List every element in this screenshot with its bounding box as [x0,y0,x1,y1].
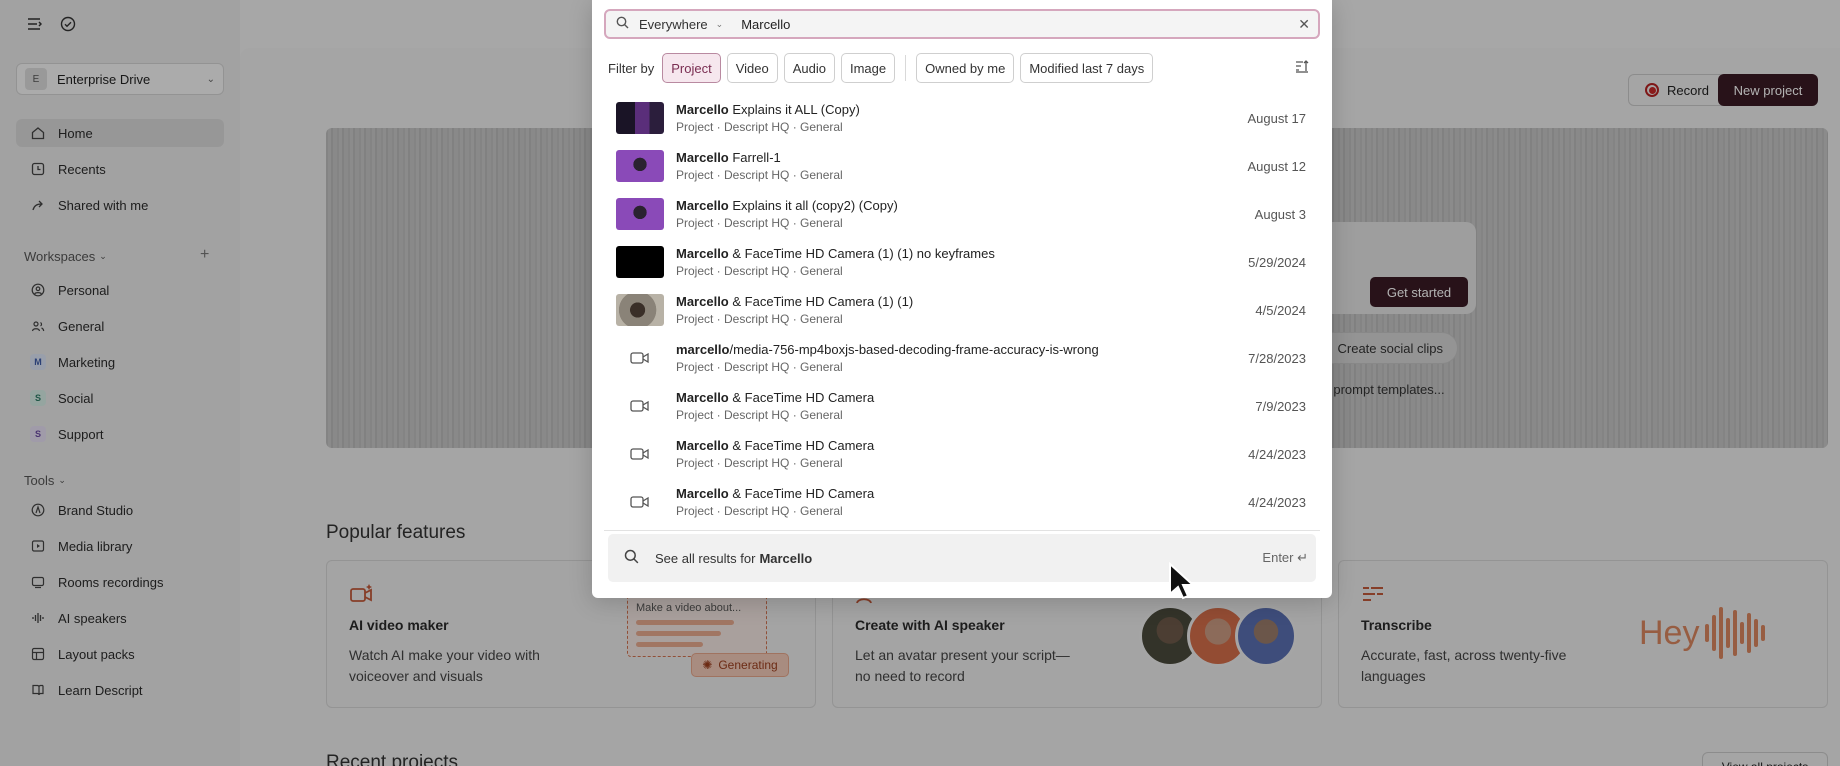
result-date: August 12 [1247,158,1306,174]
result-title-rest: & FaceTime HD Camera [728,486,875,501]
result-title: Marcello & FaceTime HD Camera [676,390,874,405]
results-divider [604,530,1320,531]
project-thumbnail [616,150,664,182]
result-subtitle: Project · Descript HQ · General [676,360,843,374]
project-thumbnail [616,246,664,278]
project-thumbnail [616,294,664,326]
search-result-row[interactable]: Marcello & FaceTime HD Camera (1) (1) Pr… [604,286,1320,334]
project-thumbnail [616,198,664,230]
result-title: Marcello Farrell-1 [676,150,843,165]
result-title: Marcello & FaceTime HD Camera [676,486,874,501]
result-title: Marcello & FaceTime HD Camera [676,438,874,453]
project-thumbnail [616,102,664,134]
search-icon [616,16,629,32]
see-all-term: Marcello [759,550,813,566]
video-camera-icon [616,342,664,374]
result-title: Marcello & FaceTime HD Camera (1) (1) [676,294,913,309]
result-subtitle: Project · Descript HQ · General [676,504,843,518]
result-title-rest: & FaceTime HD Camera (1) (1) [728,294,914,309]
result-date: 5/29/2024 [1248,254,1306,270]
chevron-down-icon: ⌄ [715,18,724,29]
sort-icon[interactable] [1294,58,1310,77]
search-scope-label: Everywhere [639,16,708,32]
search-results-list: Marcello Explains it ALL (Copy) Project … [604,94,1320,526]
result-text: Marcello & FaceTime HD Camera (1) (1) no… [676,246,995,278]
search-input[interactable] [741,16,1282,32]
result-date: 7/28/2023 [1248,350,1306,366]
result-title-match: Marcello [676,150,729,165]
filter-chip-owned-by-me[interactable]: Owned by me [916,53,1015,83]
result-text: Marcello & FaceTime HD Camera (1) (1) Pr… [676,294,913,326]
filter-divider [905,55,907,81]
result-title-rest: & FaceTime HD Camera [728,390,875,405]
result-subtitle: Project · Descript HQ · General [676,120,843,134]
result-date: 4/24/2023 [1248,446,1306,462]
result-subtitle: Project · Descript HQ · General [676,216,843,230]
see-all-results-button[interactable]: See all results for Marcello Enter ↵ [608,534,1316,582]
result-title-rest: Explains it ALL (Copy) [728,102,860,117]
search-popover: Everywhere ⌄ ✕ Filter by Project Video A… [592,0,1332,598]
result-subtitle: Project · Descript HQ · General [676,312,843,326]
search-result-row[interactable]: Marcello & FaceTime HD Camera (1) (1) no… [604,238,1320,286]
result-title-rest: & FaceTime HD Camera [728,438,875,453]
filter-chip-video[interactable]: Video [726,53,778,83]
result-title-rest: & FaceTime HD Camera (1) (1) no keyframe… [728,246,995,261]
video-camera-icon [616,390,664,422]
result-title: marcello/media-756-mp4boxjs-based-decodi… [676,342,1099,357]
search-result-row[interactable]: Marcello Farrell-1 Project · Descript HQ… [604,142,1320,190]
search-result-row[interactable]: Marcello & FaceTime HD Camera Project · … [604,430,1320,478]
result-title-rest: Explains it all (copy2) (Copy) [728,198,898,213]
close-icon[interactable]: ✕ [1298,16,1310,33]
result-title-match: marcello [676,342,730,357]
filter-chip-project[interactable]: Project [662,53,721,83]
video-camera-icon [616,438,664,470]
result-text: Marcello & FaceTime HD Camera Project · … [676,486,874,518]
video-camera-icon [616,486,664,518]
result-title-rest: Farrell-1 [728,150,781,165]
result-title-match: Marcello [676,294,729,309]
result-text: Marcello Farrell-1 Project · Descript HQ… [676,150,843,182]
result-title: Marcello & FaceTime HD Camera (1) (1) no… [676,246,995,261]
result-subtitle: Project · Descript HQ · General [676,168,843,182]
result-date: 4/5/2024 [1255,302,1306,318]
filter-chip-modified-7-days[interactable]: Modified last 7 days [1020,53,1154,83]
search-icon [624,549,639,567]
result-text: Marcello & FaceTime HD Camera Project · … [676,438,874,470]
result-subtitle: Project · Descript HQ · General [676,264,843,278]
search-result-row[interactable]: Marcello Explains it ALL (Copy) Project … [604,94,1320,142]
search-result-row[interactable]: Marcello & FaceTime HD Camera Project · … [604,382,1320,430]
result-title-match: Marcello [676,438,729,453]
result-date: 4/24/2023 [1248,494,1306,510]
result-text: marcello/media-756-mp4boxjs-based-decodi… [676,342,1099,374]
result-date: August 17 [1247,110,1306,126]
search-bar[interactable]: Everywhere ⌄ ✕ [604,9,1320,39]
result-title-match: Marcello [676,486,729,501]
enter-key-hint: Enter ↵ [1262,550,1308,565]
filter-chip-audio[interactable]: Audio [783,53,835,83]
result-title-match: Marcello [676,198,729,213]
filter-label: Filter by [608,60,655,76]
result-title: Marcello Explains it all (copy2) (Copy) [676,198,898,213]
result-title: Marcello Explains it ALL (Copy) [676,102,860,117]
result-date: 7/9/2023 [1255,398,1306,414]
result-subtitle: Project · Descript HQ · General [676,408,843,422]
result-date: August 3 [1254,206,1306,222]
result-text: Marcello & FaceTime HD Camera Project · … [676,390,874,422]
filter-bar: Filter by Project Video Audio Image Owne… [608,53,1154,83]
see-all-prefix: See all results for [655,550,756,566]
result-text: Marcello Explains it ALL (Copy) Project … [676,102,860,134]
search-result-row[interactable]: Marcello Explains it all (copy2) (Copy) … [604,190,1320,238]
result-title-rest: /media-756-mp4boxjs-based-decoding-frame… [729,342,1099,357]
search-result-row[interactable]: Marcello & FaceTime HD Camera Project · … [604,478,1320,526]
result-title-match: Marcello [676,246,729,261]
mouse-cursor-icon [1168,561,1196,603]
search-scope-dropdown[interactable]: Everywhere ⌄ [639,17,723,32]
filter-chip-image[interactable]: Image [840,53,896,83]
result-subtitle: Project · Descript HQ · General [676,456,843,470]
search-result-row[interactable]: marcello/media-756-mp4boxjs-based-decodi… [604,334,1320,382]
result-title-match: Marcello [676,390,729,405]
result-text: Marcello Explains it all (copy2) (Copy) … [676,198,898,230]
result-title-match: Marcello [676,102,729,117]
